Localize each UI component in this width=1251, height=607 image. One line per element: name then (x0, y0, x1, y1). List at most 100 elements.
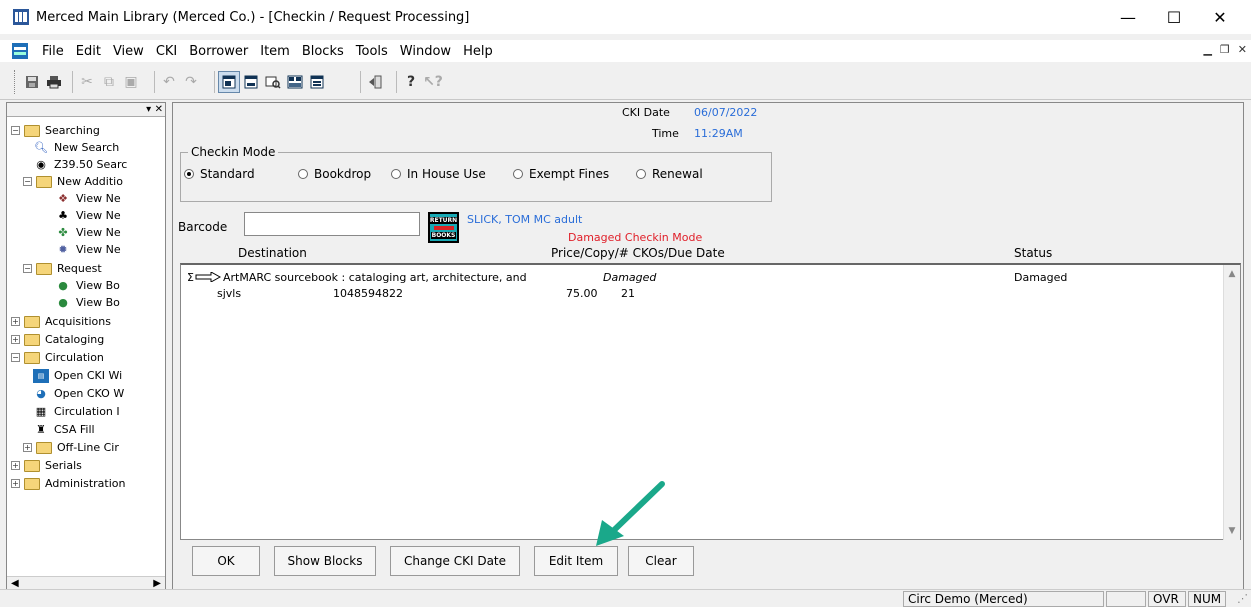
menu-cki[interactable]: CKI (150, 44, 183, 59)
tree-node-view-ne-2[interactable]: ♣ View Ne (55, 207, 121, 224)
scroll-right-icon[interactable]: ▶ (153, 578, 161, 589)
tree-node-acquisitions[interactable]: + Acquisitions (11, 313, 111, 330)
item-condition: Damaged (603, 271, 657, 284)
grid-tool-icon[interactable] (284, 71, 306, 93)
expand-icon[interactable]: + (11, 479, 20, 488)
change-cki-date-button[interactable]: Change CKI Date (390, 546, 520, 576)
return-books-icon[interactable]: RETURN BOOKS (428, 212, 459, 243)
save-icon[interactable] (21, 71, 43, 93)
status-bar: Circ Demo (Merced) OVR NUM ⋰ (0, 589, 1251, 607)
menu-view[interactable]: View (107, 44, 150, 59)
menu-blocks[interactable]: Blocks (296, 44, 350, 59)
mode-renewal-radio[interactable]: Renewal (636, 167, 703, 181)
window-tile-icon[interactable] (240, 71, 262, 93)
damaged-mode-notice: Damaged Checkin Mode (568, 231, 703, 244)
menu-item[interactable]: Item (254, 44, 296, 59)
tree-node-open-cki[interactable]: ▤ Open CKI Wi (33, 367, 122, 384)
folder-icon (36, 441, 52, 454)
tree-node-view-bo-1[interactable]: ● View Bo (55, 277, 120, 294)
tree-node-view-ne-3[interactable]: ✤ View Ne (55, 224, 120, 241)
tree-node-cataloging[interactable]: + Cataloging (11, 331, 104, 348)
checkin-results-list[interactable]: Σ ArtMARC sourcebook : cataloging art, a… (180, 263, 1241, 540)
close-button[interactable]: ✕ (1197, 0, 1243, 34)
expand-icon[interactable]: + (23, 443, 32, 452)
ok-button[interactable]: OK (192, 546, 260, 576)
redo-icon[interactable]: ↷ (180, 71, 202, 93)
tree-header: ▾ ✕ (7, 103, 165, 117)
tree-node-z3950[interactable]: ◉ Z39.50 Searc (33, 156, 127, 173)
menu-window[interactable]: Window (394, 44, 457, 59)
tree-node-searching[interactable]: − Searching (11, 122, 100, 139)
undo-icon[interactable]: ↶ (158, 71, 180, 93)
menu-help[interactable]: Help (457, 44, 499, 59)
item-barcode: 1048594822 (333, 287, 403, 300)
scroll-down-icon[interactable]: ▼ (1227, 526, 1237, 536)
collapse-icon[interactable]: − (23, 264, 32, 273)
tree-node-view-ne-4[interactable]: ✹ View Ne (55, 241, 120, 258)
menu-borrower[interactable]: Borrower (183, 44, 254, 59)
document-icon[interactable] (12, 43, 28, 59)
mode-in-house-use-radio[interactable]: In House Use (391, 167, 486, 181)
mode-bookdrop-radio[interactable]: Bookdrop (298, 167, 371, 181)
status-ovr: OVR (1148, 591, 1186, 607)
tree-close-icon[interactable]: ▾ ✕ (146, 104, 163, 115)
mdi-close-icon[interactable]: ✕ (1238, 43, 1247, 56)
mdi-restore-icon[interactable]: ❐ (1220, 43, 1230, 56)
collapse-icon[interactable]: − (11, 126, 20, 135)
scroll-up-icon[interactable]: ▲ (1227, 269, 1237, 279)
tree-node-csa-fill[interactable]: ♜ CSA Fill (33, 421, 95, 438)
tree-node-serials[interactable]: + Serials (11, 457, 82, 474)
tree-node-open-cko[interactable]: ◕ Open CKO W (33, 385, 124, 402)
mode-standard-radio[interactable]: Standard (184, 167, 255, 181)
person-icon: ● (58, 279, 68, 292)
tree-node-request[interactable]: − Request (23, 260, 102, 277)
toolbar-group-file (14, 68, 65, 96)
context-help-icon[interactable]: ↖? (422, 71, 444, 93)
tree-node-new-search[interactable]: 🔍︎ New Search (33, 139, 119, 156)
tree-node-new-additions[interactable]: − New Additio (23, 173, 123, 190)
expand-icon[interactable]: + (11, 335, 20, 344)
tree-node-circulation-i[interactable]: ▦ Circulation I (33, 403, 120, 420)
print-icon[interactable] (43, 71, 65, 93)
mode-exempt-fines-radio[interactable]: Exempt Fines (513, 167, 609, 181)
minimize-button[interactable]: — (1105, 0, 1151, 34)
cki-date-value: 06/07/2022 (694, 106, 758, 119)
copy-icon[interactable]: ⧉ (98, 71, 120, 93)
window-cascade-icon[interactable] (218, 71, 240, 93)
tree-node-view-ne-1[interactable]: ❖ View Ne (55, 190, 121, 207)
exit-icon[interactable] (364, 71, 386, 93)
tree-node-offline[interactable]: + Off-Line Cir (23, 439, 119, 456)
status-num: NUM (1188, 591, 1226, 607)
magnifier-icon: 🔍︎ (34, 141, 48, 154)
menu-file[interactable]: File (36, 44, 70, 59)
toolbar-group-help: ? ↖? (400, 68, 444, 96)
tree-node-view-bo-2[interactable]: ● View Bo (55, 294, 120, 311)
item-title[interactable]: ArtMARC sourcebook : cataloging art, arc… (223, 271, 527, 284)
edit-item-button[interactable]: Edit Item (534, 546, 618, 576)
barcode-input[interactable] (244, 212, 420, 236)
expand-icon[interactable]: + (11, 317, 20, 326)
maximize-button[interactable]: ☐ (1151, 0, 1197, 34)
tree-node-circulation[interactable]: − Circulation (11, 349, 104, 366)
collapse-icon[interactable]: − (11, 353, 20, 362)
resize-grip-icon[interactable]: ⋰ (1237, 592, 1248, 605)
collapse-icon[interactable]: − (23, 177, 32, 186)
form-tool-icon[interactable] (306, 71, 328, 93)
tree-node-administration[interactable]: + Administration (11, 475, 126, 492)
menu-bar: File Edit View CKI Borrower Item Blocks … (0, 40, 1251, 62)
help-icon[interactable]: ? (400, 71, 422, 93)
paste-icon[interactable]: ▣ (120, 71, 142, 93)
mdi-controls: ▁ ❐ ✕ (1203, 43, 1247, 56)
show-blocks-button[interactable]: Show Blocks (274, 546, 376, 576)
cut-icon[interactable]: ✂ (76, 71, 98, 93)
expand-icon[interactable]: + (11, 461, 20, 470)
menu-tools[interactable]: Tools (350, 44, 394, 59)
menu-edit[interactable]: Edit (70, 44, 107, 59)
clear-button[interactable]: Clear (628, 546, 694, 576)
toolbar-grip[interactable] (14, 70, 17, 94)
results-vertical-scrollbar[interactable]: ▲ ▼ (1223, 265, 1240, 540)
patron-name: SLICK, TOM MC adult (467, 213, 583, 226)
search-tool-icon[interactable] (262, 71, 284, 93)
scroll-left-icon[interactable]: ◀ (11, 578, 19, 589)
mdi-minimize-icon[interactable]: ▁ (1203, 43, 1211, 56)
